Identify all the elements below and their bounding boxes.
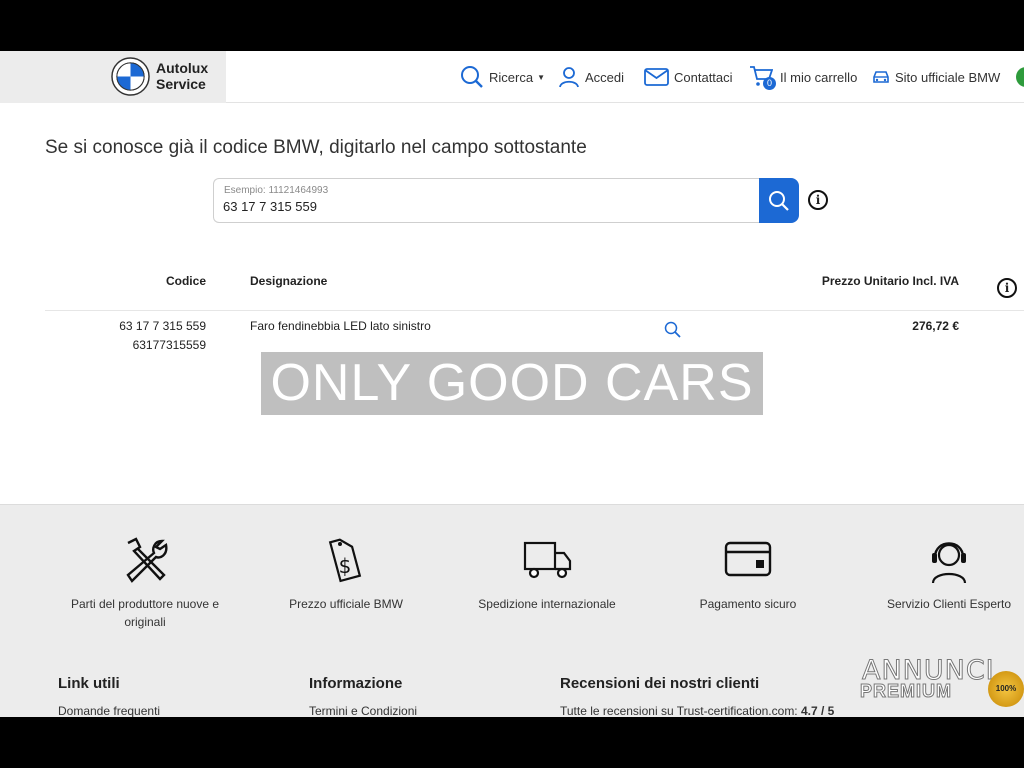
nav-carrello-label: Il mio carrello (780, 69, 858, 85)
nav-carrello[interactable]: 0 Il mio carrello (749, 51, 857, 103)
logo-area[interactable]: Autolux Service (0, 51, 226, 103)
badge-line-2: PREMIUM (860, 681, 952, 702)
feature-official-price: $ Prezzo ufficiale BMW (256, 535, 436, 613)
language-flag-icon[interactable] (1016, 67, 1024, 87)
column-header-designation[interactable]: Designazione (250, 274, 327, 288)
feature-label: Parti del produttore nuove e originali (70, 597, 220, 629)
nav-contatti-label: Contattaci (674, 69, 733, 85)
search-instruction: Se si conosce già il codice BMW, digitar… (45, 137, 587, 158)
footer-information-title: Informazione (309, 675, 403, 692)
price-tag-icon: $ (328, 538, 362, 583)
info-icon[interactable]: i (808, 190, 828, 210)
search-icon (769, 190, 789, 211)
watermark-overlay: ONLY GOOD CARS (261, 352, 763, 415)
reviews-rating: 4.7 / 5 (801, 704, 835, 717)
column-header-price[interactable]: Prezzo Unitario Incl. IVA (822, 274, 959, 288)
column-header-code[interactable]: Codice (166, 274, 206, 288)
nav-accedi[interactable]: Accedi (558, 51, 624, 103)
nav-sito-bmw[interactable]: Sito ufficiale BMW (872, 51, 1000, 103)
feature-label: Pagamento sicuro (699, 597, 797, 611)
row-price: 276,72 € (912, 319, 959, 333)
table-divider (45, 310, 1024, 311)
footer-link-terms[interactable]: Termini e Condizioni (309, 704, 417, 717)
row-code-compact: 63177315559 (132, 338, 206, 352)
bmw-logo-icon (111, 57, 150, 96)
nav-ricerca-label: Ricerca (489, 69, 534, 85)
cart-count-badge: 0 (763, 77, 776, 90)
price-info-icon[interactable]: i (997, 278, 1017, 298)
headset-icon (931, 542, 967, 584)
footer-link-faq[interactable]: Domande frequenti (58, 704, 160, 717)
row-code: 63 17 7 315 559 (119, 319, 206, 333)
search-icon (461, 66, 483, 88)
feature-label: Servizio Clienti Esperto (886, 597, 1012, 611)
seal-icon: 100% (988, 671, 1024, 707)
part-code-search-box[interactable]: Esempio: 11121464993 (213, 178, 761, 223)
brand-line-2: Service (156, 76, 206, 92)
tools-icon (126, 537, 168, 583)
card-icon (724, 541, 772, 577)
zoom-icon[interactable] (664, 321, 681, 341)
feature-international-shipping: Spedizione internazionale (457, 535, 637, 613)
brand-name: Autolux Service (156, 60, 208, 92)
nav-sito-label: Sito ufficiale BMW (895, 69, 1001, 85)
feature-label: Prezzo ufficiale BMW (289, 597, 403, 611)
row-designation[interactable]: Faro fendinebbia LED lato sinistro (250, 319, 431, 333)
search-button[interactable] (759, 178, 799, 223)
nav-accedi-label: Accedi (585, 69, 625, 85)
footer-useful-links-title: Link utili (58, 675, 120, 692)
site-header: Autolux Service Ricerca ▼ Accedi Contatt… (0, 51, 1024, 103)
annunci-premium-badge: ANNUNCI PREMIUM 100% (858, 655, 1024, 707)
truck-icon (523, 541, 572, 579)
feature-label: Spedizione internazionale (478, 597, 616, 611)
car-icon (873, 71, 889, 83)
svg-text:$: $ (339, 554, 352, 578)
magnifier-icon (664, 321, 681, 338)
cart-icon-wrap: 0 (749, 65, 776, 90)
app-screen: Autolux Service Ricerca ▼ Accedi Contatt… (0, 51, 1024, 717)
nav-ricerca[interactable]: Ricerca ▼ (460, 51, 545, 103)
part-code-input[interactable] (223, 199, 723, 214)
footer-reviews-text[interactable]: Tutte le recensioni su Trust-certificati… (560, 704, 834, 717)
feature-original-parts: Parti del produttore nuove e originali (55, 535, 235, 631)
search-hint: Esempio: 11121464993 (224, 185, 329, 196)
feature-secure-payment: Pagamento sicuro (658, 535, 838, 613)
reviews-text: Tutte le recensioni su Trust-certificati… (560, 704, 798, 717)
user-icon (559, 67, 579, 88)
brand-line-1: Autolux (156, 60, 209, 76)
mail-icon (644, 68, 669, 86)
feature-customer-service: Servizio Clienti Esperto (859, 535, 1024, 613)
footer-reviews-title: Recensioni dei nostri clienti (560, 675, 760, 692)
chevron-down-icon: ▼ (537, 72, 545, 82)
nav-contatti[interactable]: Contattaci (644, 51, 733, 103)
